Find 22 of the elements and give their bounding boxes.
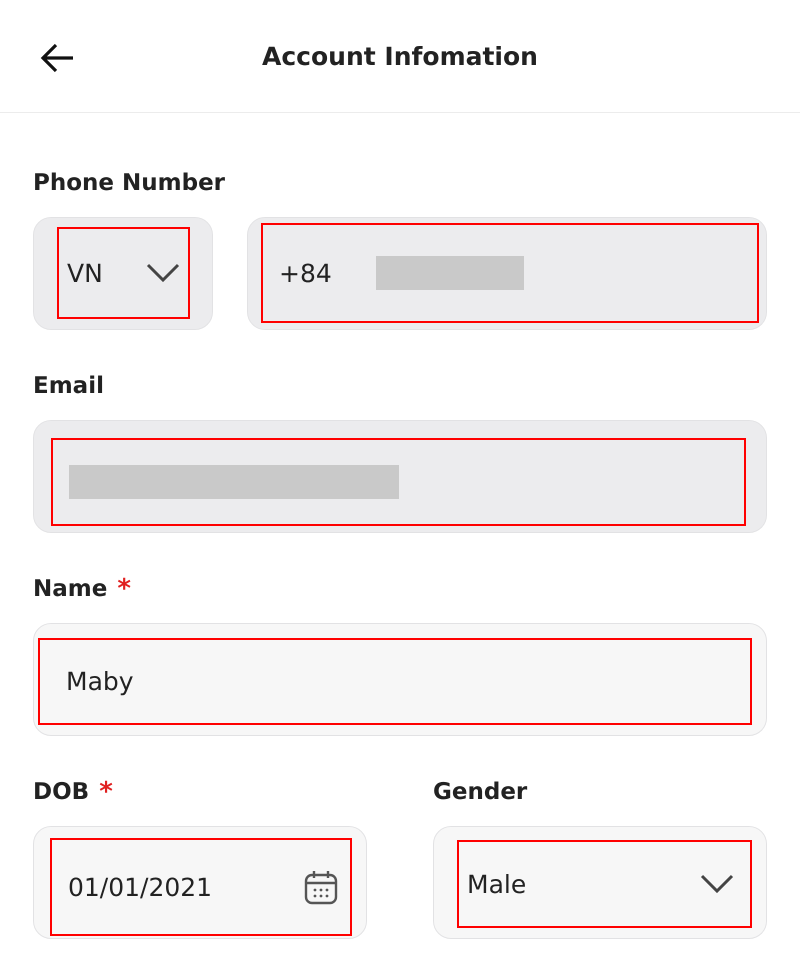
- calendar-icon: [304, 869, 338, 905]
- country-select[interactable]: VN: [33, 217, 213, 330]
- field-label: Name: [33, 576, 108, 602]
- date-field[interactable]: 01/01/2021: [33, 826, 367, 939]
- required-mark: *: [99, 777, 113, 807]
- phone-field[interactable]: +84: [247, 217, 767, 330]
- field-value: VN: [67, 258, 103, 288]
- field-label: DOB: [33, 779, 90, 805]
- required-mark: *: [117, 574, 131, 604]
- gender-select[interactable]: Male: [433, 826, 767, 939]
- page-title: Account Infomation: [262, 42, 538, 70]
- email-field[interactable]: [33, 420, 767, 533]
- field-label: Email: [33, 373, 104, 399]
- field-value: +84: [279, 258, 332, 288]
- chevron-down-icon: [700, 874, 734, 894]
- field-value: Maby: [66, 667, 134, 696]
- field-value: 01/01/2021: [68, 872, 212, 902]
- field-value: Male: [467, 870, 526, 898]
- chevron-down-icon: [146, 263, 180, 283]
- field-label: Gender: [433, 779, 528, 805]
- name-field[interactable]: Maby: [33, 623, 767, 736]
- field-label: Phone Number: [33, 170, 226, 196]
